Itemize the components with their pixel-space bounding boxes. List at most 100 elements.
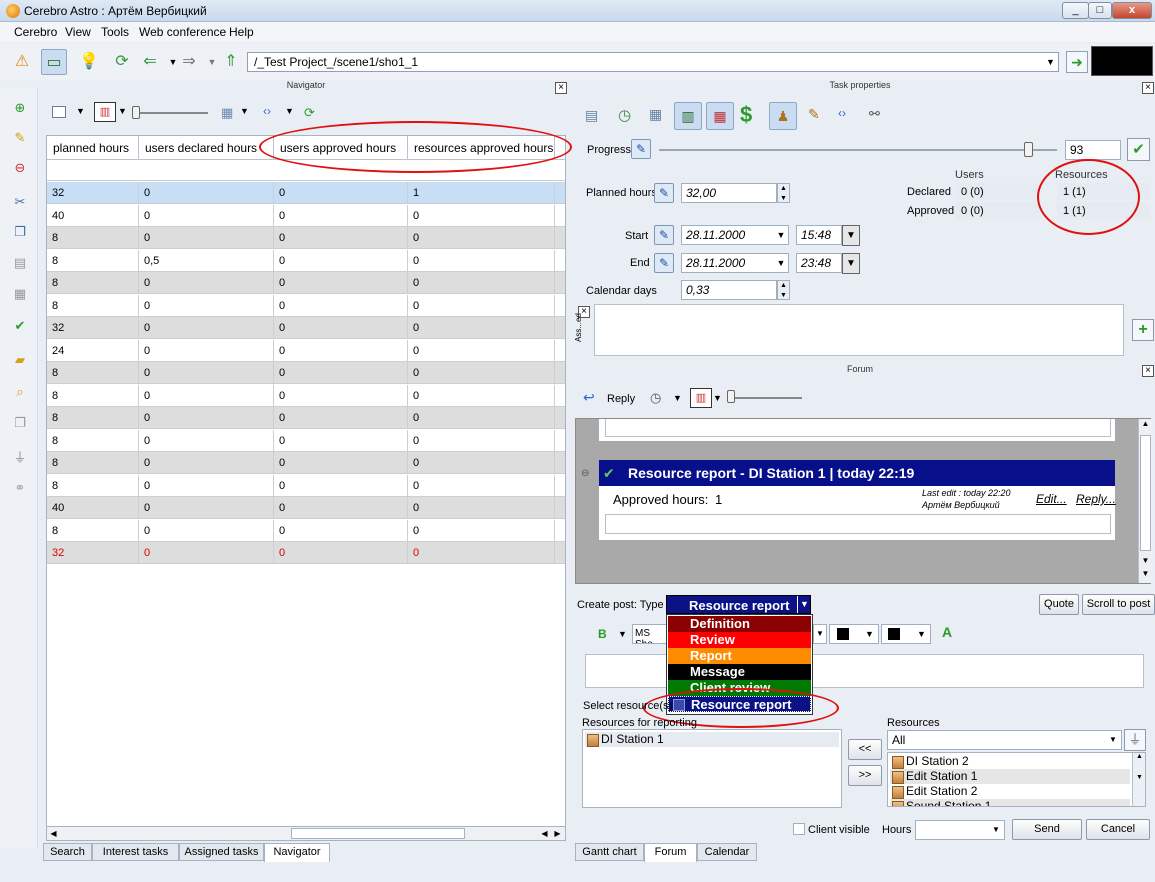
- refresh-icon[interactable]: ⟳: [109, 49, 135, 75]
- table-cell-approved[interactable]: 0: [274, 182, 408, 204]
- option-review[interactable]: Review: [668, 632, 811, 648]
- table-cell-declared[interactable]: 0: [139, 519, 274, 542]
- end-pin-icon[interactable]: ✎: [654, 253, 674, 273]
- table-cell-declared[interactable]: 0: [139, 542, 274, 564]
- link-icon[interactable]: ⚭: [10, 478, 30, 498]
- table-cell-declared[interactable]: 0: [139, 294, 274, 317]
- end-time-field[interactable]: 23:48: [796, 253, 842, 273]
- menu-web-conference[interactable]: Web conference: [139, 25, 226, 39]
- clock-icon[interactable]: ◷: [618, 106, 631, 124]
- table-cell-declared[interactable]: 0: [139, 182, 274, 204]
- table-cell-declared[interactable]: 0: [139, 497, 274, 519]
- table-cell-res[interactable]: 0: [408, 452, 555, 474]
- forum-zoom-slider[interactable]: [729, 397, 802, 399]
- add-assignee-button[interactable]: +: [1132, 319, 1154, 341]
- forum-close-icon[interactable]: ×: [1142, 365, 1154, 377]
- table-dropdown-icon[interactable]: ▼: [240, 106, 249, 116]
- bold-dropdown-icon[interactable]: ▼: [618, 629, 627, 639]
- export-icon[interactable]: ⟳: [304, 105, 315, 121]
- assigned-users-box[interactable]: [594, 304, 1124, 356]
- table-cell-approved[interactable]: 0: [274, 452, 408, 474]
- table-cell-res[interactable]: 0: [408, 272, 555, 294]
- paste-special-icon[interactable]: ▦: [10, 284, 30, 304]
- resource-item[interactable]: Edit Station 2: [890, 784, 1130, 799]
- cut-icon[interactable]: ✂: [10, 192, 30, 212]
- post-reply-link[interactable]: Reply...: [1076, 492, 1116, 506]
- table-row[interactable]: 8000: [47, 474, 565, 497]
- progress-slider-handle[interactable]: [1024, 142, 1034, 157]
- copy-icon[interactable]: ❐: [10, 222, 30, 242]
- end-date-dropdown-icon[interactable]: ▼: [774, 253, 788, 273]
- tab-interest-tasks[interactable]: Interest tasks: [92, 843, 179, 861]
- table-row[interactable]: 24 0 0 0: [47, 339, 565, 362]
- lightbulb-icon[interactable]: 💡: [76, 49, 102, 75]
- forum-scroll-down-icon[interactable]: ▼: [1139, 556, 1152, 569]
- table-cell-res[interactable]: 0: [408, 542, 555, 564]
- table-cell-approved[interactable]: 0: [274, 429, 408, 452]
- forum-columns-icon[interactable]: ▥: [690, 388, 712, 408]
- forum-columns-dropdown-icon[interactable]: ▼: [713, 393, 722, 403]
- menu-cerebro[interactable]: Cerebro: [14, 25, 57, 39]
- reply-icon[interactable]: ↩: [583, 389, 595, 406]
- maximize-button[interactable]: □: [1088, 2, 1112, 19]
- close-button[interactable]: x: [1112, 2, 1152, 19]
- table-cell-approved[interactable]: 0: [274, 362, 408, 384]
- post-reply-box[interactable]: [605, 514, 1111, 534]
- table-cell-planned[interactable]: 24: [47, 339, 139, 362]
- table-icon[interactable]: ▦: [221, 105, 233, 121]
- table-cell-declared[interactable]: 0: [139, 452, 274, 474]
- table-cell-res[interactable]: 0: [408, 317, 555, 339]
- edit-list-icon[interactable]: ✎: [808, 106, 820, 123]
- post-type-select[interactable]: Resource report: [666, 595, 811, 614]
- calendar-icon[interactable]: ▦: [706, 102, 734, 130]
- table-cell-res[interactable]: 0: [408, 519, 555, 542]
- progress-slider[interactable]: [659, 149, 1057, 151]
- table-cell-planned[interactable]: 8: [47, 362, 139, 384]
- reporting-item[interactable]: DI Station 1: [585, 732, 839, 747]
- table-row[interactable]: 40 0 0 0: [47, 497, 565, 519]
- warning-icon[interactable]: ⚠: [9, 49, 35, 75]
- user-icon[interactable]: ♟: [769, 102, 797, 130]
- scroll-right-end-icon[interactable]: ▶: [551, 827, 564, 840]
- font-dropdown-icon[interactable]: ▼: [813, 624, 827, 644]
- code-dropdown-icon[interactable]: ▼: [285, 106, 294, 116]
- minimize-button[interactable]: _: [1062, 2, 1089, 19]
- table-cell-declared[interactable]: 0: [139, 339, 274, 362]
- table-cell-planned[interactable]: 8: [47, 249, 139, 272]
- table-cell-planned[interactable]: 32: [47, 542, 139, 564]
- table-cell-approved[interactable]: 0: [274, 542, 408, 564]
- planned-hours-spinner[interactable]: ▲ ▼: [777, 183, 790, 203]
- table-row[interactable]: 8000: [47, 384, 565, 407]
- money-icon[interactable]: $: [740, 102, 752, 128]
- calendar-days-field[interactable]: 0,33: [681, 280, 777, 300]
- copy-gray-icon[interactable]: ❐: [10, 413, 30, 433]
- table-row[interactable]: 8000: [47, 272, 565, 294]
- table-cell-res[interactable]: 0: [408, 384, 555, 407]
- hours-dropdown-icon[interactable]: ▼: [989, 821, 1003, 839]
- table-cell-approved[interactable]: 0: [274, 474, 408, 497]
- forum-scroll-up-icon[interactable]: ▲: [1139, 419, 1152, 432]
- table-cell-planned[interactable]: 8: [47, 474, 139, 497]
- clock-filter-icon[interactable]: ◷: [650, 390, 661, 406]
- resources-filter-select[interactable]: All: [887, 730, 1122, 750]
- menu-view[interactable]: View: [65, 25, 91, 39]
- option-message[interactable]: Message: [668, 664, 811, 680]
- table-row[interactable]: 8000: [47, 362, 565, 384]
- move-left-button[interactable]: <<: [848, 739, 882, 760]
- link-icon-2[interactable]: ⚯: [869, 106, 880, 122]
- table-cell-declared[interactable]: 0: [139, 227, 274, 249]
- table-cell-declared[interactable]: 0: [139, 362, 274, 384]
- columns-icon[interactable]: ▥: [94, 102, 116, 122]
- navigator-close-icon[interactable]: ×: [555, 82, 567, 94]
- table-cell-approved[interactable]: 0: [274, 407, 408, 429]
- table-cell-planned[interactable]: 32: [47, 182, 139, 204]
- table-cell-planned[interactable]: 8: [47, 429, 139, 452]
- resources-list[interactable]: DI Station 2 Edit Station 1 Edit Station…: [887, 752, 1146, 807]
- form-icon[interactable]: ▤: [585, 107, 598, 124]
- forum-vertical-scrollbar[interactable]: ▲ ▼ ▼: [1138, 419, 1152, 583]
- folder-search-icon[interactable]: ⌕: [10, 382, 30, 402]
- table-cell-declared[interactable]: 0: [139, 429, 274, 452]
- table-cell-res[interactable]: 0: [408, 362, 555, 384]
- resource-item[interactable]: Edit Station 1: [890, 769, 1130, 784]
- table-row[interactable]: 8000: [47, 452, 565, 474]
